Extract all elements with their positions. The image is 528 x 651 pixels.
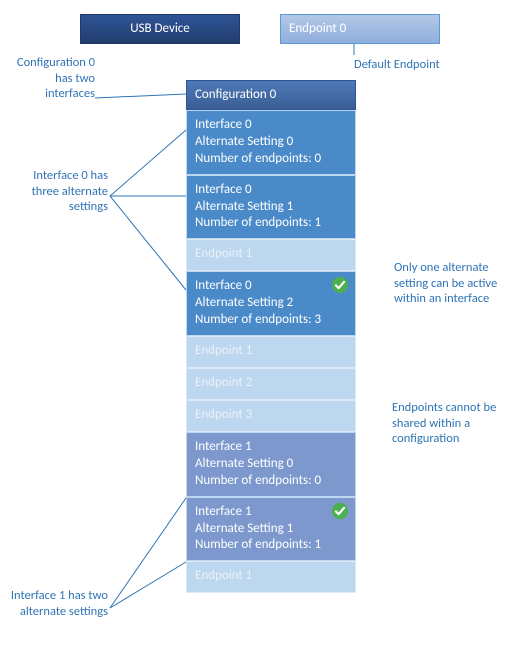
endpoint-label: Endpoint 3 (195, 407, 252, 422)
annot-only-one-active: Only one alternate setting can be active… (394, 260, 514, 307)
interface0-block: Interface 0Alternate Setting 0Number of … (186, 110, 356, 175)
usb-device-label: USB Device (130, 21, 190, 36)
interface0-block: Interface 0Alternate Setting 2Number of … (186, 271, 356, 336)
endpoint-label: Endpoint 1 (195, 343, 252, 358)
checkmark-icon (331, 276, 349, 294)
interface-line: Interface 0 (195, 117, 347, 134)
usb-device-header: USB Device (80, 14, 240, 44)
interface-line: Alternate Setting 2 (195, 295, 347, 312)
interface-line: Interface 0 (195, 278, 347, 295)
annot-default-endpoint: Default Endpoint (354, 57, 474, 73)
interface-line: Alternate Setting 0 (195, 456, 347, 473)
annot-iface0-three-alt: Interface 0 has three alternate settings (10, 168, 108, 215)
annot-config-two-interfaces: Configuration 0 has two interfaces (10, 55, 95, 102)
interface1-block: Interface 1Alternate Setting 0Number of … (186, 432, 356, 497)
interface-line: Number of endpoints: 1 (195, 215, 347, 232)
endpoint-block: Endpoint 1 (186, 336, 356, 368)
interface-line: Interface 1 (195, 504, 347, 521)
interface0-block: Interface 0Alternate Setting 1Number of … (186, 175, 356, 240)
configuration-block: Configuration 0 (186, 80, 356, 110)
interface-line: Alternate Setting 1 (195, 199, 347, 216)
interface-line: Interface 0 (195, 182, 347, 199)
endpoint-label: Endpoint 1 (195, 568, 252, 583)
endpoint-block: Endpoint 2 (186, 368, 356, 400)
annot-iface1-two-alt: Interface 1 has two alternate settings (10, 588, 108, 619)
interface-line: Alternate Setting 0 (195, 134, 347, 151)
interface-line: Alternate Setting 1 (195, 521, 347, 538)
endpoint0-label: Endpoint 0 (289, 21, 346, 36)
interface-line: Interface 1 (195, 439, 347, 456)
configuration-title: Configuration 0 (195, 87, 276, 102)
endpoint-block: Endpoint 1 (186, 561, 356, 593)
descriptor-stack: Configuration 0 Interface 0Alternate Set… (186, 80, 356, 593)
endpoint-block: Endpoint 3 (186, 400, 356, 432)
endpoint-label: Endpoint 1 (195, 246, 252, 261)
endpoint-block: Endpoint 1 (186, 239, 356, 271)
interface-line: Number of endpoints: 0 (195, 473, 347, 490)
endpoint-label: Endpoint 2 (195, 375, 252, 390)
annot-endpoints-not-shared: Endpoints cannot be shared within a conf… (392, 400, 517, 447)
interface-line: Number of endpoints: 1 (195, 537, 347, 554)
checkmark-icon (331, 502, 349, 520)
endpoint0-header: Endpoint 0 (280, 14, 440, 44)
interface1-block: Interface 1Alternate Setting 1Number of … (186, 497, 356, 562)
interface-line: Number of endpoints: 0 (195, 151, 347, 168)
interface-line: Number of endpoints: 3 (195, 312, 347, 329)
